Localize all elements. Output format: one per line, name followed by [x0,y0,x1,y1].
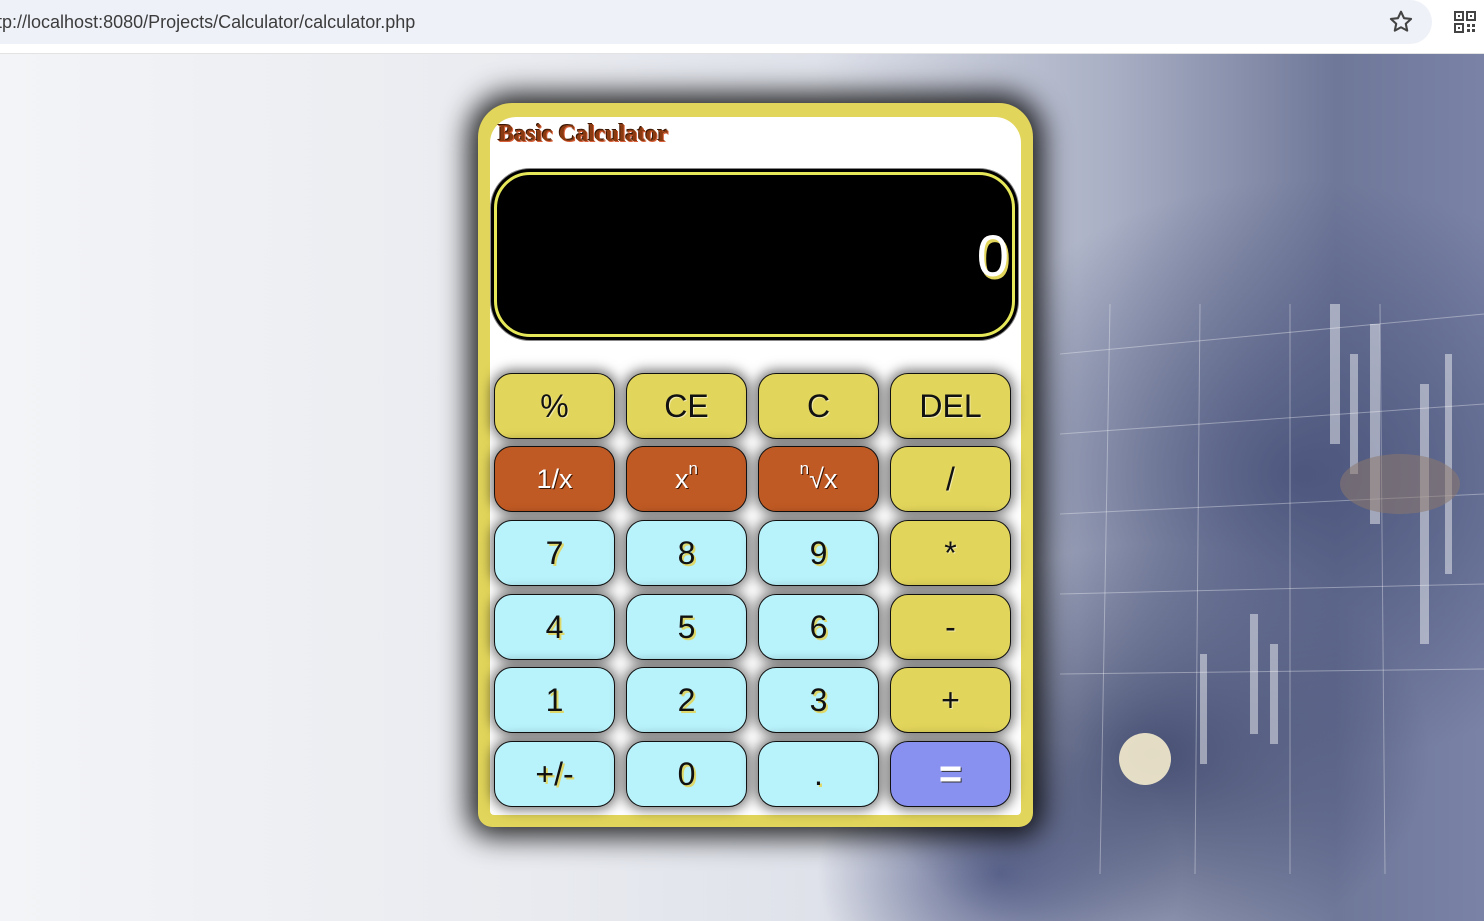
digit-7-button[interactable]: 7 [494,520,615,586]
star-icon[interactable] [1387,8,1415,36]
digit-1-button[interactable]: 1 [494,667,615,733]
keypad: % CE C DEL 1/x xn n√x / 7 8 9 * 4 5 6 - [494,373,1020,813]
power-exponent: n [688,459,698,478]
digit-6-button[interactable]: 6 [758,594,879,660]
subtract-button[interactable]: - [890,594,1011,660]
digit-3-button[interactable]: 3 [758,667,879,733]
clear-entry-button[interactable]: CE [626,373,747,439]
divide-button[interactable]: / [890,446,1011,512]
root-body: √x [809,463,838,494]
digit-8-button[interactable]: 8 [626,520,747,586]
percent-button[interactable]: % [494,373,615,439]
delete-button[interactable]: DEL [890,373,1011,439]
calculator-title: Basic Calculator [498,121,668,147]
add-button[interactable]: + [890,667,1011,733]
reciprocal-button[interactable]: 1/x [494,446,615,512]
browser-toolbar: http://localhost:8080/Projects/Calculato… [0,0,1484,54]
address-url[interactable]: http://localhost:8080/Projects/Calculato… [0,12,415,33]
power-base: x [675,463,689,494]
digit-0-button[interactable]: 0 [626,741,747,807]
multiply-button[interactable]: * [890,520,1011,586]
calculator: Basic Calculator 0 % CE C DEL 1/x xn n √x… [478,103,1033,827]
digit-2-button[interactable]: 2 [626,667,747,733]
root-index: n [799,459,810,478]
digit-9-button[interactable]: 9 [758,520,879,586]
decimal-button[interactable]: . [758,741,879,807]
nth-root-button[interactable]: n √x [758,446,879,512]
address-bar[interactable]: http://localhost:8080/Projects/Calculato… [0,0,1432,44]
calculator-display: 0 [490,168,1019,341]
qr-code-icon[interactable] [1454,11,1476,33]
display-value: 0 [976,224,1009,289]
digit-5-button[interactable]: 5 [626,594,747,660]
negate-button[interactable]: +/- [494,741,615,807]
equals-button[interactable]: = [890,741,1011,807]
digit-4-button[interactable]: 4 [494,594,615,660]
calculator-body: Basic Calculator 0 % CE C DEL 1/x xn n √x… [490,117,1021,815]
display-screen: 0 [494,172,1015,337]
clear-button[interactable]: C [758,373,879,439]
power-button[interactable]: xn [626,446,747,512]
